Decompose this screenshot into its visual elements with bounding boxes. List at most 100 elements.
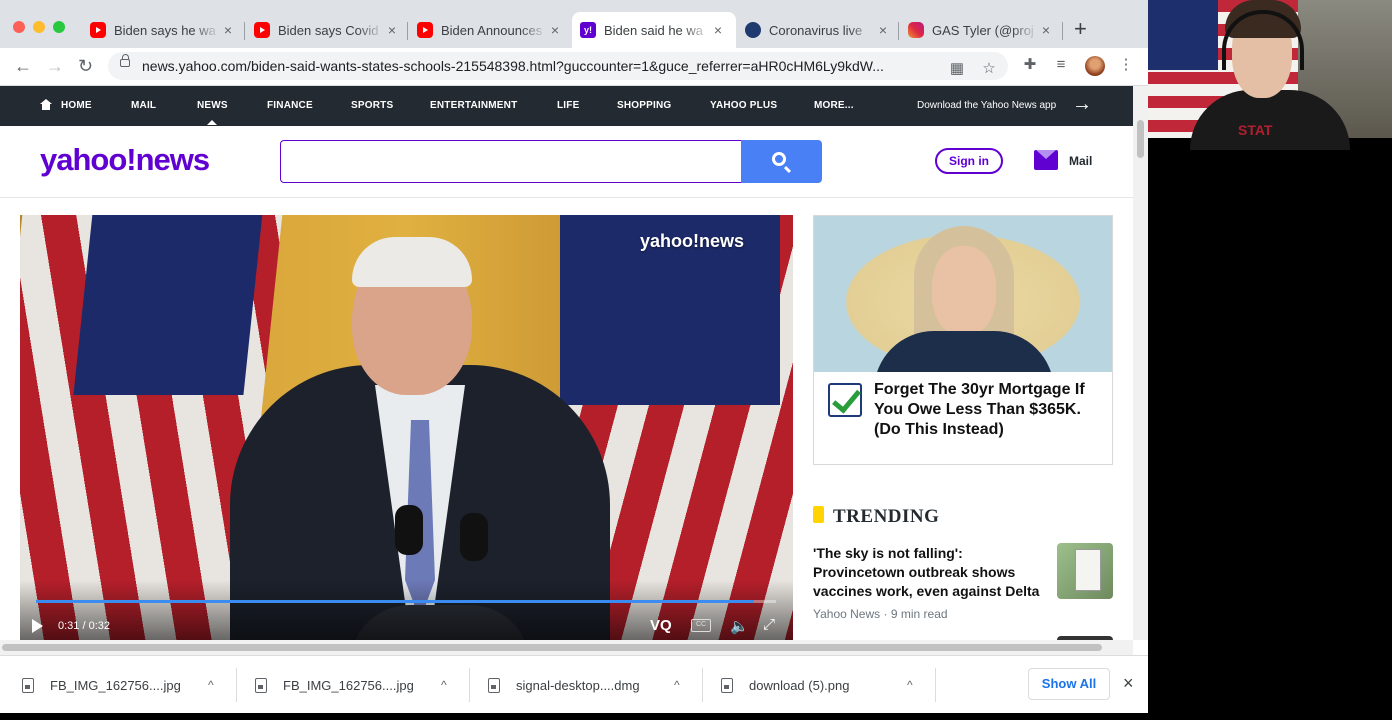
tab-separator xyxy=(244,22,245,40)
vq-quality-button[interactable]: VQ xyxy=(650,617,672,634)
tab-close-icon[interactable]: × xyxy=(875,22,891,38)
mail-link[interactable]: Mail xyxy=(1069,154,1092,168)
webcam-shirt-text: STAT xyxy=(1238,122,1273,138)
new-tab-button[interactable]: + xyxy=(1074,18,1087,40)
yahoo-news-logo[interactable]: yahoo!news xyxy=(40,142,210,178)
download-shelf: FB_IMG_162756....jpg ^ FB_IMG_162756....… xyxy=(0,655,1148,713)
download-separator xyxy=(469,668,470,702)
url-text[interactable]: news.yahoo.com/biden-said-wants-states-s… xyxy=(142,58,942,74)
chevron-up-icon[interactable]: ^ xyxy=(208,678,214,692)
download-filename[interactable]: FB_IMG_162756....jpg xyxy=(50,678,181,693)
controls-gradient xyxy=(20,580,793,640)
maximize-window-button[interactable] xyxy=(53,21,65,33)
download-filename[interactable]: signal-desktop....dmg xyxy=(516,678,640,693)
close-icon[interactable]: × xyxy=(1123,673,1134,694)
browser-window: Biden says he wa × Biden says Covid × Bi… xyxy=(0,0,1148,720)
ad-headline[interactable]: Forget The 30yr Mortgage If You Owe Less… xyxy=(874,380,1106,440)
tab-separator xyxy=(1062,22,1063,40)
tab-title: Coronavirus live xyxy=(769,22,863,38)
nav-item-yahoo-plus[interactable]: YAHOO PLUS xyxy=(710,100,777,111)
browser-tab[interactable]: Biden says he wa × xyxy=(82,12,246,48)
browser-tab[interactable]: Biden says Covid × xyxy=(246,12,410,48)
vertical-scroll-thumb[interactable] xyxy=(1137,120,1144,158)
chevron-up-icon[interactable]: ^ xyxy=(441,678,447,692)
browser-tab[interactable]: GAS Tyler (@proj × xyxy=(900,12,1064,48)
address-bar[interactable]: news.yahoo.com/biden-said-wants-states-s… xyxy=(108,52,1008,80)
trending-story-headline[interactable]: 'The sky is not falling': Provincetown o… xyxy=(813,544,1043,601)
browser-tab-active[interactable]: y! Biden said he wa × xyxy=(572,12,736,48)
browser-menu-icon[interactable]: ⋮ xyxy=(1117,56,1135,74)
nav-item-news[interactable]: NEWS xyxy=(197,100,228,125)
show-all-downloads-button[interactable]: Show All xyxy=(1028,668,1110,700)
chevron-up-icon[interactable]: ^ xyxy=(907,678,913,692)
lock-icon[interactable] xyxy=(120,54,130,67)
browser-tab[interactable]: Biden Announces × xyxy=(409,12,573,48)
download-item[interactable]: download (5).png ^ xyxy=(721,656,931,714)
trending-accent-bar xyxy=(813,506,824,523)
nav-item-mail[interactable]: MAIL xyxy=(131,100,156,111)
trending-story-thumbnail[interactable] xyxy=(1057,543,1113,599)
story-source: Yahoo News xyxy=(813,607,881,621)
download-item[interactable]: signal-desktop....dmg ^ xyxy=(488,656,698,714)
image-file-icon xyxy=(22,677,34,693)
fullscreen-icon[interactable]: ⤢ xyxy=(763,616,775,633)
reading-list-icon[interactable]: ≡ xyxy=(1052,56,1070,74)
browser-tab[interactable]: Coronavirus live × xyxy=(737,12,901,48)
download-app-link[interactable]: Download the Yahoo News app xyxy=(917,100,1056,111)
search-button[interactable] xyxy=(741,140,822,183)
tab-close-icon[interactable]: × xyxy=(384,22,400,38)
tab-close-icon[interactable]: × xyxy=(547,22,563,38)
bookmark-star-icon[interactable]: ☆ xyxy=(980,60,998,78)
vertical-scrollbar[interactable] xyxy=(1133,86,1148,640)
nav-item-finance[interactable]: FINANCE xyxy=(267,100,313,111)
advertisement[interactable]: Forget The 30yr Mortgage If You Owe Less… xyxy=(813,215,1113,465)
forward-button[interactable]: → xyxy=(46,56,64,76)
close-window-button[interactable] xyxy=(13,21,25,33)
back-button[interactable]: ← xyxy=(14,56,32,76)
horizontal-scrollbar[interactable] xyxy=(0,640,1133,655)
download-filename[interactable]: FB_IMG_162756....jpg xyxy=(283,678,414,693)
home-icon[interactable] xyxy=(40,99,52,110)
tab-close-icon[interactable]: × xyxy=(220,22,236,38)
meta-separator: · xyxy=(883,607,891,621)
tab-title: Biden says he wa xyxy=(114,22,216,38)
qr-code-icon[interactable]: ▦ xyxy=(948,60,966,78)
closed-captions-icon[interactable]: CC xyxy=(691,619,711,632)
download-separator xyxy=(236,668,237,702)
nav-item-entertainment[interactable]: ENTERTAINMENT xyxy=(430,100,517,111)
nav-item-shopping[interactable]: SHOPPING xyxy=(617,100,671,111)
trending-heading: TRENDING xyxy=(833,506,940,527)
nav-item-sports[interactable]: SPORTS xyxy=(351,100,393,111)
chevron-up-icon[interactable]: ^ xyxy=(674,678,680,692)
tab-title: Biden says Covid xyxy=(278,22,379,38)
cnn-icon xyxy=(745,22,761,38)
profile-avatar[interactable] xyxy=(1085,56,1105,76)
mail-envelope-icon[interactable] xyxy=(1034,150,1058,170)
horizontal-scroll-thumb[interactable] xyxy=(2,644,1102,651)
nav-item-home[interactable]: HOME xyxy=(61,100,92,111)
extensions-puzzle-icon[interactable]: ✚ xyxy=(1021,56,1039,74)
video-progress-bar[interactable] xyxy=(36,600,776,603)
instagram-icon xyxy=(908,22,924,38)
nav-item-life[interactable]: LIFE xyxy=(557,100,579,111)
download-item[interactable]: FB_IMG_162756....jpg ^ xyxy=(255,656,465,714)
video-player[interactable]: yahoo!news 0:31 / 0:32 VQ CC 🔈 ⤢ xyxy=(20,215,793,640)
arrow-right-icon[interactable]: → xyxy=(1072,94,1092,114)
browser-toolbar: ← → ↻ news.yahoo.com/biden-said-wants-st… xyxy=(0,48,1148,86)
tab-close-icon[interactable]: × xyxy=(710,22,726,38)
sign-in-button[interactable]: Sign in xyxy=(935,148,1003,174)
download-filename[interactable]: download (5).png xyxy=(749,678,849,693)
tab-separator xyxy=(407,22,408,40)
search-input[interactable] xyxy=(280,140,742,183)
video-progress-fill xyxy=(36,600,754,603)
download-item[interactable]: FB_IMG_162756....jpg ^ xyxy=(22,656,232,714)
tab-title: GAS Tyler (@proj xyxy=(932,22,1034,38)
volume-icon[interactable]: 🔈 xyxy=(730,617,749,635)
tab-close-icon[interactable]: × xyxy=(1038,22,1054,38)
reload-button[interactable]: ↻ xyxy=(78,56,93,76)
play-icon[interactable] xyxy=(32,619,43,633)
bottom-edge xyxy=(0,713,1148,720)
tab-strip: Biden says he wa × Biden says Covid × Bi… xyxy=(0,0,1148,48)
nav-item-more[interactable]: MORE... xyxy=(814,100,854,111)
minimize-window-button[interactable] xyxy=(33,21,45,33)
